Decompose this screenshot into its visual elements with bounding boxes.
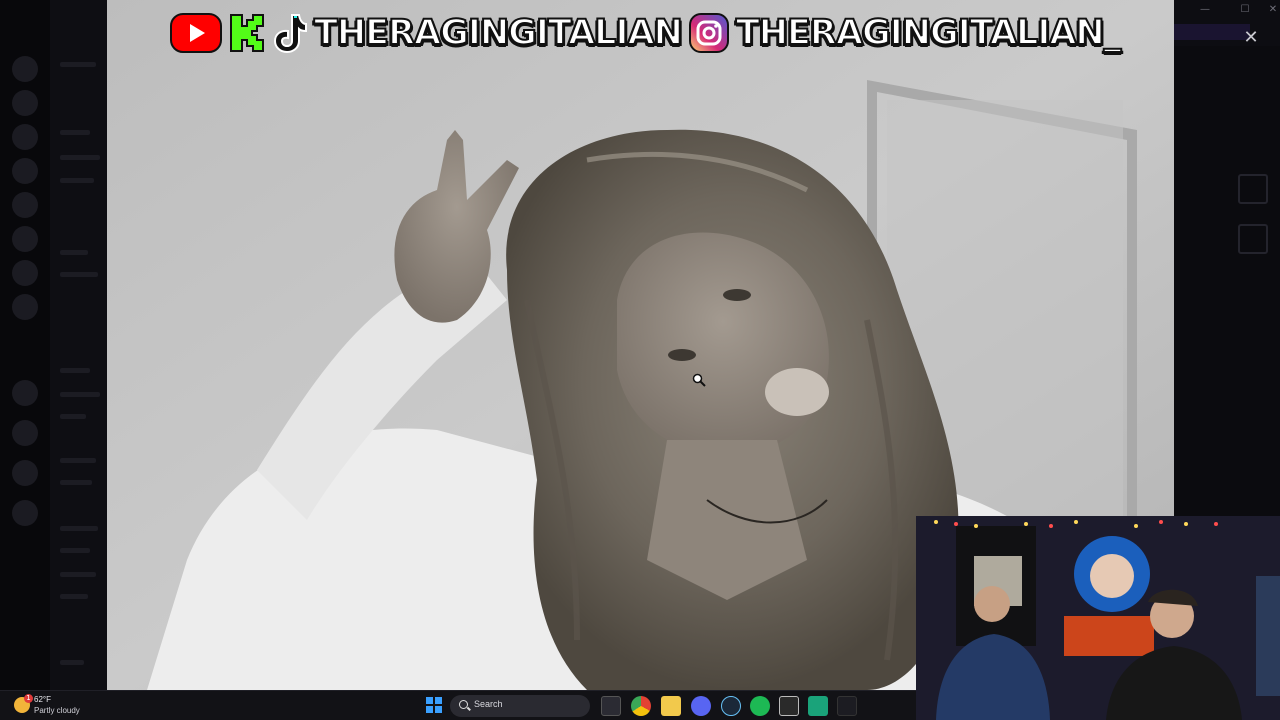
kick-icon: [228, 11, 266, 55]
close-viewer-icon[interactable]: ✕: [1240, 27, 1262, 49]
youtube-icon: [170, 11, 222, 55]
notification-badge: 1: [24, 694, 33, 703]
window-close-icon[interactable]: ✕: [1258, 4, 1280, 18]
steam-icon[interactable]: [721, 696, 741, 716]
search-icon: [459, 700, 468, 709]
handle-primary: THERAGINGITALIAN: [313, 12, 684, 54]
app-icon-2[interactable]: [837, 696, 857, 716]
screen: — ☐ ✕ ✕ THERAGINGITALIAN THERAGINGITALIA…: [0, 0, 1280, 720]
chrome-icon[interactable]: [631, 696, 651, 716]
spotify-icon[interactable]: [750, 696, 770, 716]
social-banner: THERAGINGITALIAN THERAGINGITALIAN_: [170, 8, 1122, 58]
weather-widget[interactable]: 1 62°F Partly cloudy: [14, 694, 104, 718]
app-icon[interactable]: [808, 696, 828, 716]
search-placeholder: Search: [474, 699, 503, 709]
channel-list: [50, 0, 108, 690]
taskbar: 1 62°F Partly cloudy Search: [0, 690, 916, 720]
task-view-icon[interactable]: [601, 696, 621, 716]
zoom-cursor-icon: [692, 372, 706, 387]
server-rail: [0, 0, 50, 690]
tiktok-icon: [272, 11, 308, 55]
weather-temp: 62°F: [34, 695, 51, 704]
start-button[interactable]: [426, 697, 442, 713]
instagram-icon: [688, 11, 730, 55]
maximize-icon[interactable]: ☐: [1230, 4, 1260, 18]
minimize-icon[interactable]: —: [1190, 4, 1220, 18]
weather-condition: Partly cloudy: [34, 706, 80, 715]
discord-icon[interactable]: [691, 696, 711, 716]
member-panel: [1174, 46, 1280, 516]
webcam-overlay: [916, 516, 1280, 720]
epic-games-icon[interactable]: [779, 696, 799, 716]
handle-secondary: THERAGINGITALIAN_: [735, 12, 1122, 54]
taskbar-search[interactable]: Search: [450, 695, 590, 717]
file-explorer-icon[interactable]: [661, 696, 681, 716]
